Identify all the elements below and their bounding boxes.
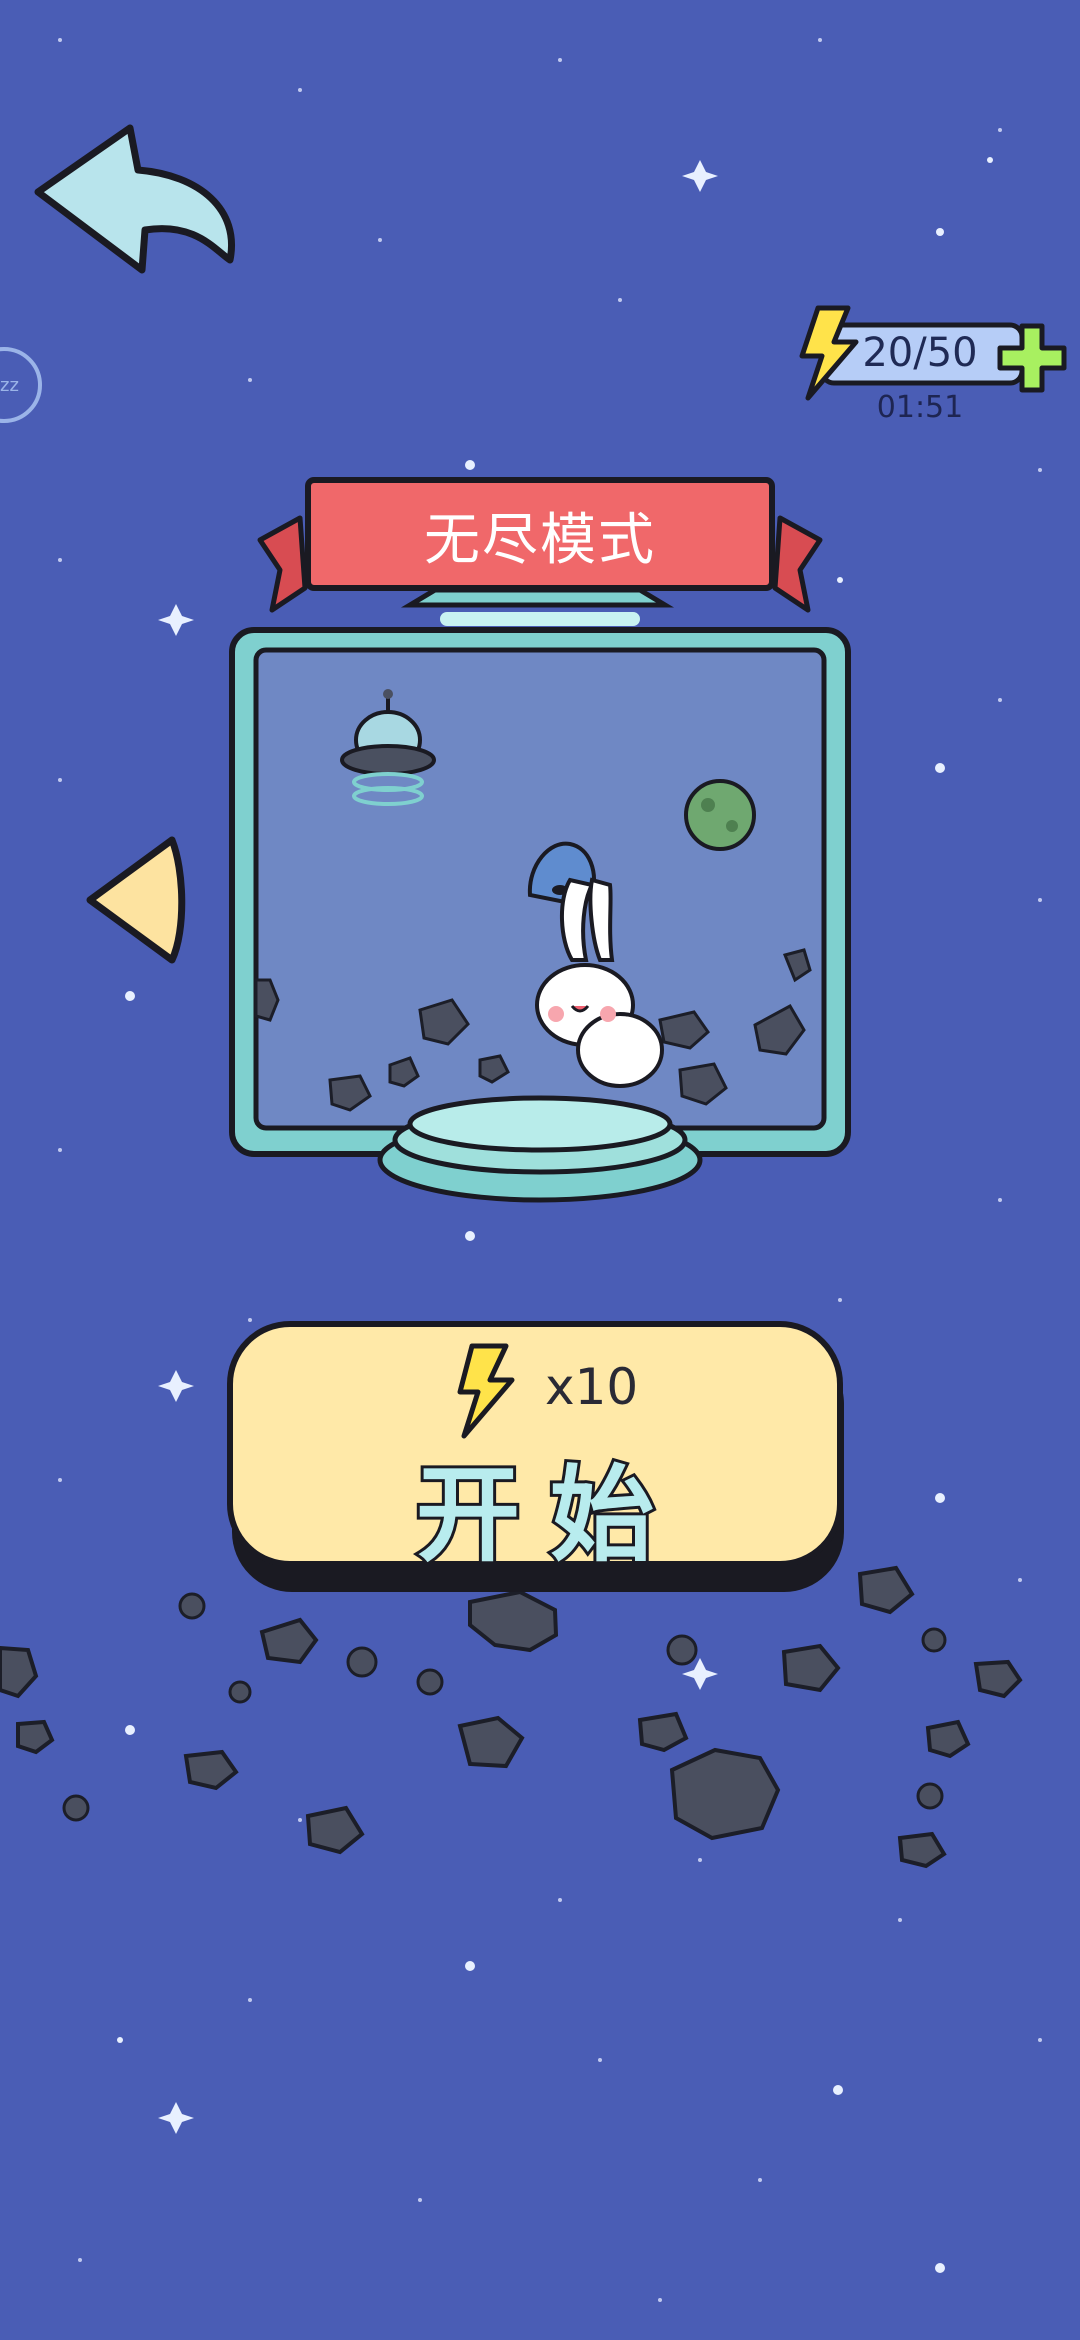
asteroid [16,1719,55,1755]
plus-icon [997,323,1067,393]
small-star [465,1231,475,1241]
back-button[interactable] [30,120,240,280]
asteroid [183,1749,239,1791]
left-triangle-icon [86,836,186,964]
asteroid [973,1659,1023,1699]
asteroid [781,1643,841,1693]
sleep-button[interactable]: zz [0,345,46,425]
energy-timer: 01:51 [876,390,964,425]
start-cost: x10 [545,1358,639,1416]
small-star [936,228,944,236]
frame-top-tab [400,587,675,608]
small-star [465,1961,475,1971]
sparkle-star [158,2102,194,2134]
asteroid [925,1719,971,1759]
small-star [935,1493,945,1503]
prev-mode-button[interactable] [80,830,190,970]
asteroid [468,1589,559,1653]
small-star [935,763,945,773]
sparkle-star [158,1370,194,1402]
back-arrow-icon [34,124,235,274]
sparkle-star [682,160,718,192]
lightning-icon [457,1343,515,1439]
game-screen: zz 20/50 01:51 无尽模式 x10 开始 [0,0,1080,2340]
energy-count: 20/50 [862,330,978,376]
asteroid [637,1711,689,1753]
small-star [987,157,993,163]
banner-tail-right [772,515,823,613]
asteroid [897,1831,947,1869]
small-star [117,2037,123,2043]
asteroid [857,1565,915,1615]
sparkle-star [158,604,194,636]
asteroid-belt [0,1565,1023,1869]
asteroid [0,1645,39,1699]
small-star [935,2263,945,2273]
asteroid [457,1715,525,1769]
banner-tail-left [257,515,308,613]
start-label: 开始 [413,1451,684,1579]
small-star [833,2085,843,2095]
asteroid [259,1617,319,1665]
small-star [125,1725,135,1735]
pedestal [377,1095,703,1203]
add-energy-button[interactable] [996,322,1068,394]
mode-title: 无尽模式 [424,508,656,573]
asteroid [305,1805,365,1855]
svg-text:zz: zz [0,375,19,396]
cost-lightning [457,1343,515,1439]
asteroid [669,1747,781,1841]
small-star [125,991,135,1001]
green-planet-icon [684,779,756,851]
